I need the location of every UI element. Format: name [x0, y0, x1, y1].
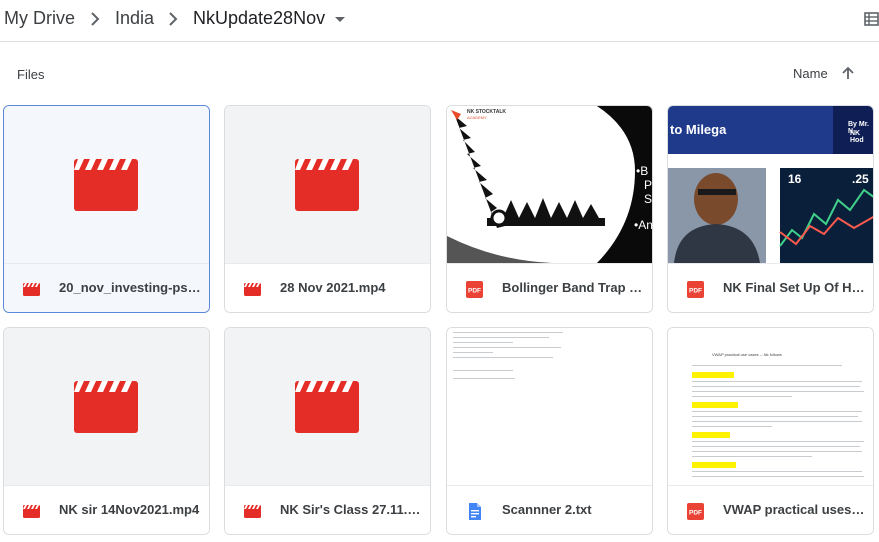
breadcrumb-current-folder[interactable]: NkUpdate28Nov	[193, 8, 325, 29]
files-section-label: Files	[17, 67, 45, 82]
file-preview	[225, 328, 430, 485]
thumbnail-text-line	[453, 352, 493, 353]
doc-icon	[469, 503, 481, 520]
file-card[interactable]: Scannner 2.txt	[446, 327, 653, 535]
thumbnail-slide-text: 16	[788, 172, 802, 186]
list-view-icon[interactable]	[864, 11, 879, 27]
video-icon	[74, 159, 138, 211]
thumbnail-text-line	[692, 396, 792, 397]
thumbnail-text-line	[453, 332, 563, 333]
pdf-icon: PDF	[687, 281, 704, 298]
thumbnail-slide-text: NK Hod	[850, 130, 864, 144]
thumbnail-text-line	[692, 365, 842, 366]
file-card-footer: PDF Bollinger Band Trap Pattern.pdf	[447, 263, 652, 312]
file-name: Bollinger Band Trap Pattern.pdf	[502, 280, 644, 295]
sort-ascending-arrow-icon[interactable]	[841, 65, 855, 81]
breadcrumb-india[interactable]: India	[115, 8, 154, 29]
video-icon	[295, 159, 359, 211]
thumbnail-text-line	[692, 386, 860, 387]
file-card[interactable]: to Milega By Mr. N NK Hod 16 .25 PDF NK …	[667, 105, 874, 313]
thumbnail-highlight	[692, 402, 738, 408]
video-icon	[23, 283, 40, 296]
file-name: NK Final Set Up Of Hilega Milega.pdf	[723, 280, 865, 295]
text-document-thumbnail	[447, 328, 652, 485]
file-name: NK Sir's Class 27.11.2021.mp4	[280, 502, 422, 517]
thumbnail-text-line	[692, 426, 772, 427]
thumbnail-slide-text: •B	[636, 164, 649, 178]
thumbnail-slide-text: S	[644, 192, 652, 206]
thumbnail-text-line	[453, 370, 513, 371]
file-preview	[4, 328, 209, 485]
top-bar: My Drive India NkUpdate28Nov	[0, 0, 879, 42]
file-card[interactable]: NK STOCKTALK ACADEMY •B P S •An PDF Boll…	[446, 105, 653, 313]
bear-trap-slide-image	[447, 106, 652, 263]
thumbnail-highlight	[692, 372, 734, 378]
svg-text:PDF: PDF	[468, 288, 481, 295]
thumbnail-text-line	[692, 456, 812, 457]
thumbnail-slide-text: .25	[852, 172, 869, 186]
thumbnail-text-line	[453, 337, 549, 338]
thumbnail-text-line	[692, 421, 862, 422]
thumbnail-slide-text: to Milega	[670, 122, 727, 137]
thumbnail-text-line	[453, 342, 513, 343]
pdf-thumbnail: to Milega By Mr. N NK Hod 16 .25	[668, 106, 873, 263]
file-card-footer: NK sir 14Nov2021.mp4	[4, 485, 209, 534]
video-icon	[295, 381, 359, 433]
pdf-thumbnail: NK STOCKTALK ACADEMY •B P S •An	[447, 106, 652, 263]
video-icon	[23, 505, 40, 518]
thumbnail-doc-title: VWAP practical use cases -- Nk follows	[712, 352, 782, 357]
video-icon	[244, 283, 261, 296]
file-card[interactable]: NK sir 14Nov2021.mp4	[3, 327, 210, 535]
pdf-icon: PDF	[687, 503, 704, 520]
file-name: VWAP practical uses -- Nk follows.pdf	[723, 502, 865, 517]
thumbnail-highlight	[692, 462, 736, 468]
file-card-footer: NK Sir's Class 27.11.2021.mp4	[225, 485, 430, 534]
file-preview	[4, 106, 209, 263]
file-card[interactable]: 20_nov_investing-psychology.mp4	[3, 105, 210, 313]
pdf-thumbnail: VWAP practical use cases -- Nk follows	[668, 328, 873, 485]
thumbnail-slide-text: P	[644, 178, 652, 192]
breadcrumb-my-drive[interactable]: My Drive	[4, 8, 75, 29]
thumbnail-text-line	[692, 411, 862, 412]
thumbnail-text-line	[692, 441, 864, 442]
file-name: Scannner 2.txt	[502, 502, 592, 517]
file-card-footer: PDF NK Final Set Up Of Hilega Milega.pdf	[668, 263, 873, 312]
chevron-right-icon	[169, 12, 178, 26]
svg-text:PDF: PDF	[689, 288, 702, 295]
thumbnail-text-line	[692, 416, 858, 417]
file-name: NK sir 14Nov2021.mp4	[59, 502, 200, 517]
file-name: 20_nov_investing-psychology.mp4	[59, 280, 201, 295]
thumbnail-text-line	[692, 476, 864, 477]
thumbnail-text-line	[453, 378, 515, 379]
file-card[interactable]: VWAP practical use cases -- Nk follows P…	[667, 327, 874, 535]
file-card-footer: PDF VWAP practical uses -- Nk follows.pd…	[668, 485, 873, 534]
file-card-footer: Scannner 2.txt	[447, 485, 652, 534]
thumbnail-text-line	[692, 446, 860, 447]
thumbnail-text-line	[692, 381, 862, 382]
svg-text:PDF: PDF	[689, 510, 702, 517]
file-name: 28 Nov 2021.mp4	[280, 280, 386, 295]
thumbnail-text-line	[692, 391, 864, 392]
thumbnail-brand-subtext: ACADEMY	[467, 115, 487, 120]
file-card-footer: 28 Nov 2021.mp4	[225, 263, 430, 312]
file-preview	[225, 106, 430, 263]
thumbnail-text-line	[692, 451, 862, 452]
thumbnail-text-line	[453, 357, 553, 358]
file-card-footer: 20_nov_investing-psychology.mp4	[4, 263, 209, 312]
thumbnail-text-line	[692, 471, 862, 472]
video-icon	[74, 381, 138, 433]
thumbnail-slide-text: •An	[634, 218, 652, 232]
file-card[interactable]: NK Sir's Class 27.11.2021.mp4	[224, 327, 431, 535]
sort-by-name-button[interactable]: Name	[793, 66, 828, 81]
thumbnail-text-line	[453, 347, 561, 348]
folder-menu-caret-icon[interactable]	[333, 15, 347, 25]
chevron-right-icon	[91, 12, 100, 26]
file-card[interactable]: 28 Nov 2021.mp4	[224, 105, 431, 313]
pdf-icon: PDF	[466, 281, 483, 298]
video-icon	[244, 505, 261, 518]
thumbnail-highlight	[692, 432, 730, 438]
